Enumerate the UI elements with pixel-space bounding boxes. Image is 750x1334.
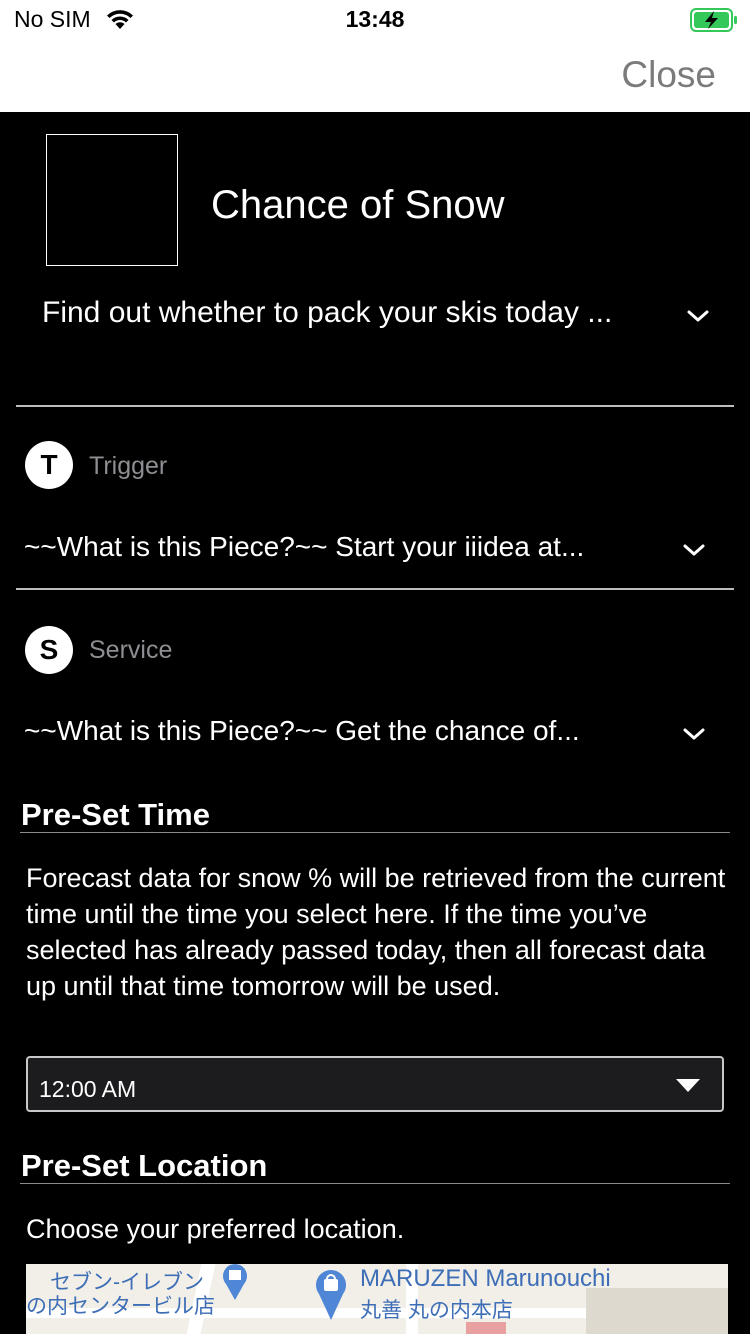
time-select[interactable]: 12:00 AM: [26, 1056, 724, 1112]
battery-charging-icon: [690, 8, 737, 32]
applet-description: Find out whether to pack your skis today…: [42, 296, 613, 329]
divider: [16, 588, 734, 590]
chevron-down-icon[interactable]: [682, 726, 706, 742]
trigger-label: Trigger: [89, 452, 168, 480]
service-summary-toggle[interactable]: ~~What is this Piece?~~ Get the chance o…: [24, 715, 580, 747]
nav-bar: Close: [0, 40, 750, 112]
status-bar: No SIM 13:48: [0, 0, 750, 40]
clock-time: 13:48: [345, 6, 405, 32]
trigger-summary-toggle[interactable]: ~~What is this Piece?~~ Start your iiide…: [24, 531, 584, 563]
preset-time-description: Forecast data for snow % will be retriev…: [26, 863, 726, 1001]
map-label-maruzen-jp: 丸善 丸の内本店: [360, 1299, 513, 1322]
service-summary: ~~What is this Piece?~~ Get the chance o…: [24, 715, 580, 746]
divider: [16, 405, 734, 407]
trigger-badge: T: [25, 441, 73, 489]
section-rule: [20, 832, 730, 833]
location-map[interactable]: セブン-イレブン の内センタービル店 MARUZEN Marunouchi 丸善…: [26, 1264, 728, 1334]
service-badge: S: [25, 626, 73, 674]
map-pin-shopping-icon: [316, 1270, 346, 1320]
time-select-value: 12:00 AM: [39, 1076, 137, 1102]
map-label-store-branch: の内センタービル店: [26, 1295, 215, 1318]
preset-location-heading: Pre-Set Location: [21, 1148, 268, 1183]
section-rule: [20, 1183, 730, 1184]
map-label-maruzen: MARUZEN Marunouchi: [360, 1265, 611, 1292]
map-building: [586, 1288, 728, 1334]
close-button[interactable]: Close: [621, 54, 716, 96]
applet-icon-placeholder: [46, 134, 178, 266]
applet-description-toggle[interactable]: Find out whether to pack your skis today…: [42, 296, 720, 330]
chevron-down-icon[interactable]: [682, 542, 706, 558]
map-pin-store-icon: [223, 1264, 247, 1300]
dropdown-arrow-icon: [676, 1079, 700, 1092]
service-label: Service: [89, 636, 173, 664]
preset-location-description: Choose your preferred location.: [26, 1214, 405, 1244]
applet-title: Chance of Snow: [211, 183, 505, 227]
chevron-down-icon[interactable]: [686, 308, 710, 324]
trigger-summary: ~~What is this Piece?~~ Start your iiide…: [24, 531, 585, 562]
preset-time-heading: Pre-Set Time: [21, 797, 210, 832]
